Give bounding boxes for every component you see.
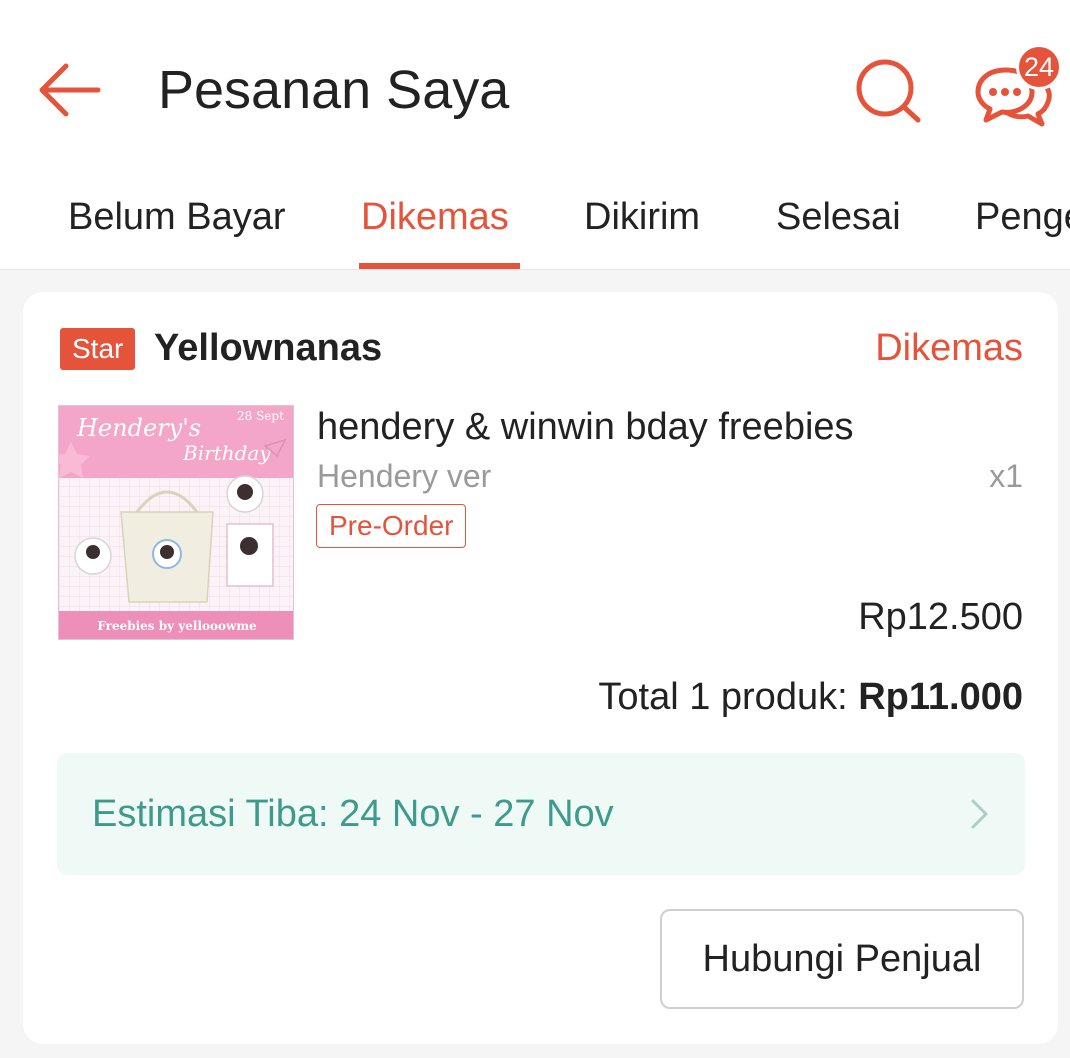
order-card[interactable]: Star Yellownanas Dikemas Hendery's Birth… — [23, 292, 1058, 1044]
preorder-tag: Pre-Order — [316, 504, 467, 548]
product-thumbnail-art: Hendery's Birthday 28 Sept Freebies by y… — [59, 406, 293, 639]
app-header: Pesanan Saya 24 — [0, 0, 1070, 170]
image-date: 28 Sept — [237, 409, 284, 423]
estimated-arrival-text: Estimasi Tiba: 24 Nov - 27 Nov — [92, 793, 614, 835]
estimated-arrival-row[interactable]: Estimasi Tiba: 24 Nov - 27 Nov — [57, 753, 1025, 875]
shop-name[interactable]: Yellownanas — [154, 325, 382, 371]
order-status: Dikemas — [875, 327, 1023, 369]
search-button[interactable] — [852, 56, 926, 126]
page-title: Pesanan Saya — [158, 60, 510, 120]
product-name[interactable]: hendery & winwin bday freebies — [317, 405, 854, 449]
star-seller-badge: Star — [60, 328, 136, 370]
tab-pengembalian[interactable]: Pengembalian — [975, 170, 1070, 269]
chevron-right-icon — [971, 799, 988, 829]
order-total-value: Rp11.000 — [858, 676, 1023, 718]
order-total-label: Total 1 produk: — [598, 676, 859, 718]
search-icon — [856, 59, 921, 123]
product-quantity: x1 — [989, 458, 1023, 494]
image-title-line2: Birthday — [182, 441, 271, 465]
product-price: Rp12.500 — [858, 596, 1023, 638]
order-status-tabs: Belum Bayar Dikemas Dikirim Selesai Peng… — [0, 170, 1070, 270]
image-footer: Freebies by yellooowme — [97, 619, 257, 633]
chat-unread-badge: 24 — [1016, 44, 1062, 90]
arrow-left-icon — [39, 63, 101, 117]
product-image[interactable]: Hendery's Birthday 28 Sept Freebies by y… — [58, 405, 294, 640]
tab-belum-bayar[interactable]: Belum Bayar — [68, 170, 286, 269]
active-tab-indicator — [359, 263, 520, 269]
contact-seller-button[interactable]: Hubungi Penjual — [660, 909, 1024, 1009]
tab-selesai[interactable]: Selesai — [776, 170, 901, 269]
image-title-line1: Hendery's — [76, 414, 201, 442]
order-total: Total 1 produk: Rp11.000 — [598, 674, 1023, 720]
product-variant: Hendery ver — [317, 458, 492, 494]
tab-dikemas[interactable]: Dikemas — [361, 170, 509, 269]
tab-dikirim[interactable]: Dikirim — [584, 170, 700, 269]
back-button[interactable] — [32, 58, 104, 122]
